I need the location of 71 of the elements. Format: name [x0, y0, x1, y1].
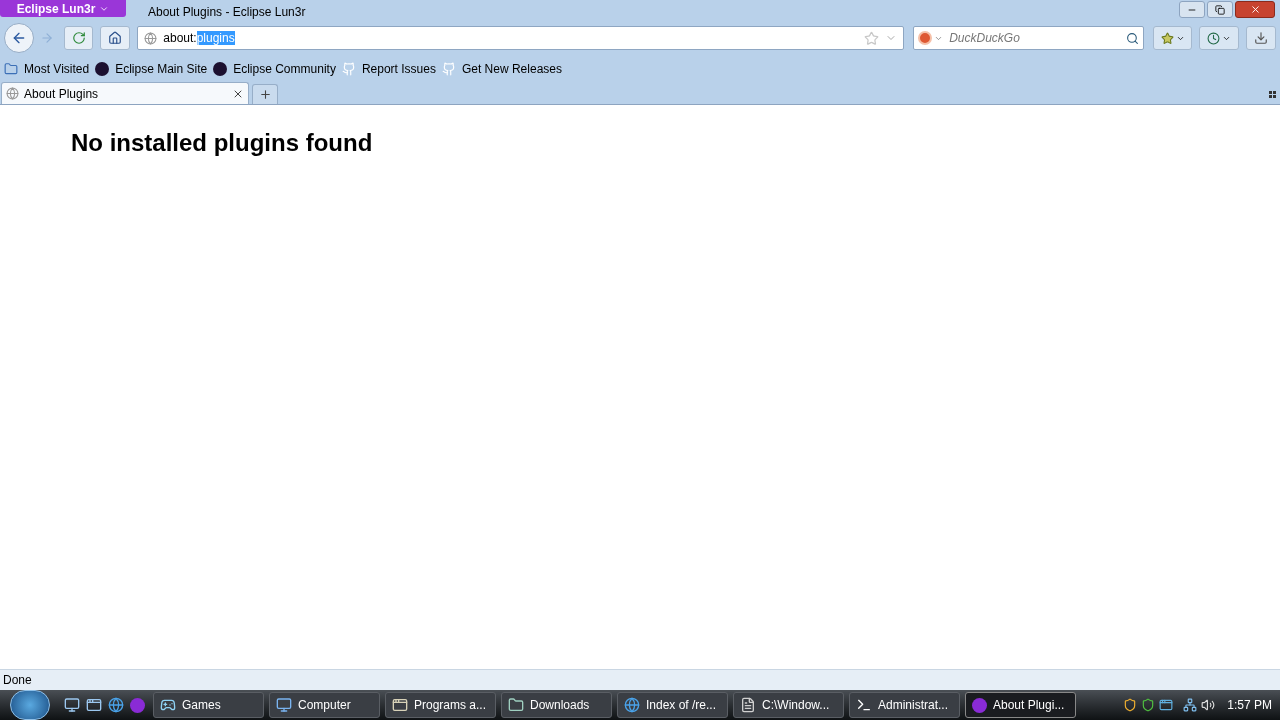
shield-icon[interactable] [1141, 698, 1156, 712]
folder-icon [4, 62, 18, 76]
globe-icon [6, 87, 19, 100]
taskbar-button[interactable]: Downloads [501, 692, 612, 718]
address-text: about:plugins [163, 30, 235, 47]
globe-icon [624, 697, 640, 713]
document-icon [740, 697, 756, 713]
app-menu-button[interactable]: Eclipse Lun3r [0, 0, 126, 17]
terminal-icon [856, 697, 872, 713]
taskbar-button[interactable]: Computer [269, 692, 380, 718]
bookmark-item[interactable]: Eclipse Community [213, 60, 336, 78]
show-desktop-icon[interactable] [64, 697, 80, 713]
taskbar-button[interactable]: Index of /re... [617, 692, 728, 718]
page-heading: No installed plugins found [71, 128, 374, 158]
tab-list-icon[interactable] [1269, 91, 1276, 98]
computer-icon [276, 697, 292, 713]
browser-tab[interactable]: About Plugins [1, 82, 249, 104]
bookmark-item[interactable]: Most Visited [4, 60, 90, 78]
clock[interactable]: 1:57 PM [1227, 696, 1272, 714]
github-icon [341, 62, 356, 76]
eclipse-logo-icon[interactable] [130, 697, 145, 713]
bookmarks-menu-button[interactable] [1152, 26, 1193, 50]
search-engine-icon[interactable] [918, 31, 933, 45]
reload-icon [71, 31, 86, 45]
shield-icon[interactable] [1123, 698, 1138, 712]
tray-window-icon[interactable] [1159, 698, 1174, 712]
star-icon [1160, 31, 1174, 45]
restore-icon [1215, 4, 1225, 15]
taskbar-button[interactable]: Administrat... [849, 692, 960, 718]
switch-windows-icon[interactable] [86, 697, 102, 713]
history-button[interactable] [1199, 26, 1240, 50]
bookmark-item[interactable]: Report Issues [341, 60, 436, 78]
clock-icon [1207, 31, 1221, 45]
search-icon[interactable] [1125, 31, 1139, 45]
home-button[interactable] [100, 26, 131, 50]
plus-icon [258, 88, 272, 101]
eclipse-logo-icon [972, 697, 987, 713]
tab-title: About Plugins [24, 85, 99, 103]
reload-button[interactable] [63, 26, 94, 50]
eclipse-logo-icon [95, 62, 110, 76]
search-field[interactable]: DuckDuckGo [913, 26, 1144, 50]
back-button[interactable] [4, 23, 34, 53]
bookmark-item[interactable]: Eclipse Main Site [95, 60, 208, 78]
network-icon[interactable] [1183, 698, 1198, 712]
taskbar-button[interactable]: About Plugi... [965, 692, 1076, 718]
taskbar-button[interactable]: C:\Window... [733, 692, 844, 718]
home-icon [108, 31, 123, 45]
download-icon [1254, 31, 1269, 45]
status-text: Done [3, 672, 32, 689]
maximize-button[interactable] [1207, 1, 1233, 18]
folder-icon [508, 697, 524, 713]
close-button[interactable] [1235, 1, 1275, 18]
bookmark-item[interactable]: Get New Releases [441, 60, 562, 78]
eclipse-logo-icon [213, 62, 228, 76]
search-input[interactable]: DuckDuckGo [949, 29, 1126, 47]
globe-icon[interactable] [108, 697, 124, 713]
gamepad-icon [160, 697, 176, 713]
downloads-button[interactable] [1246, 26, 1276, 50]
forward-icon [39, 31, 54, 45]
close-icon [1249, 4, 1261, 15]
bookmark-star-icon[interactable] [864, 30, 880, 46]
window-icon [392, 697, 408, 713]
start-button[interactable] [10, 690, 50, 720]
volume-icon[interactable] [1201, 698, 1216, 712]
taskbar-button[interactable]: Games [153, 692, 264, 718]
address-field[interactable]: about:plugins [137, 26, 905, 50]
globe-icon [144, 31, 158, 45]
new-tab-button[interactable] [252, 84, 278, 104]
window-title: About Plugins - Eclipse Lun3r [148, 4, 306, 21]
taskbar-button[interactable]: Programs a... [385, 692, 496, 718]
github-icon [441, 62, 456, 76]
